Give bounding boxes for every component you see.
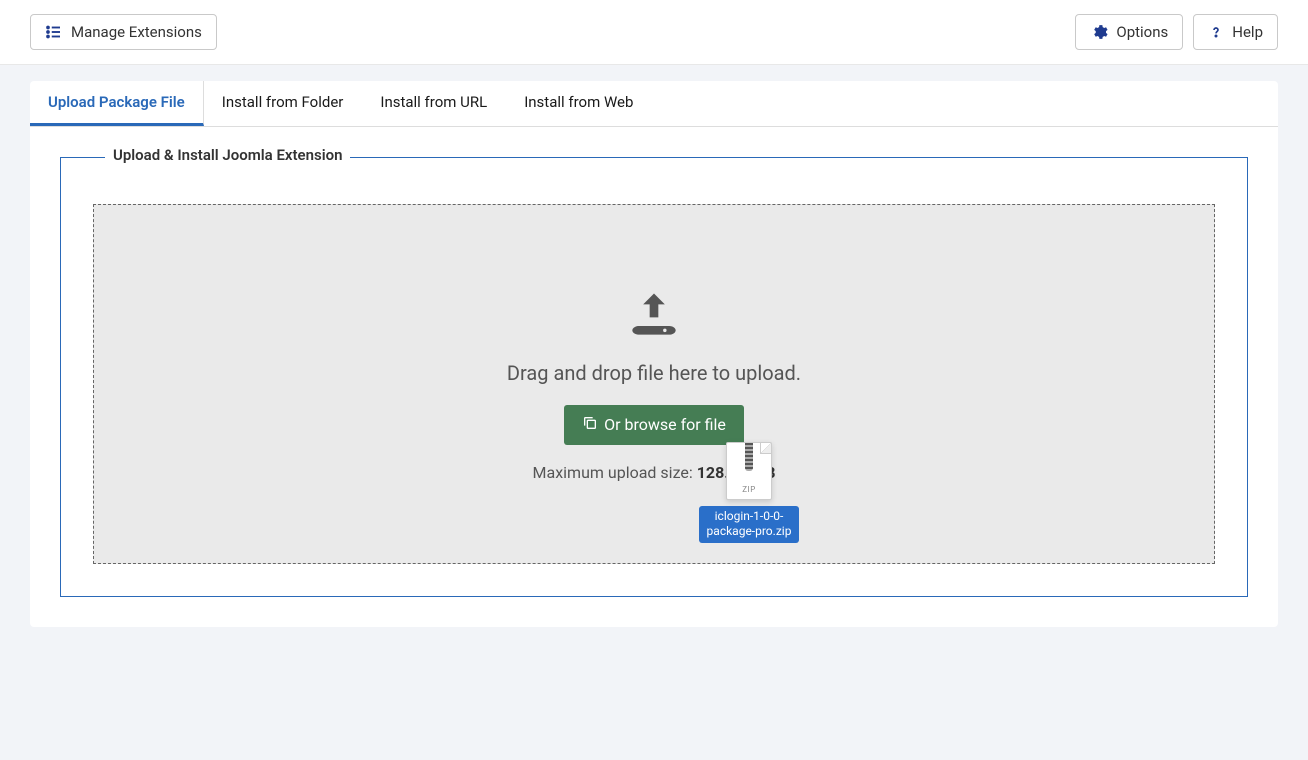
tab-label: Upload Package File [48,93,185,111]
dragged-file: ZIP iclogin-1-0-0-package-pro.zip [699,442,799,543]
browse-file-button[interactable]: Or browse for file [564,405,744,445]
tab-upload-package-file[interactable]: Upload Package File [30,81,204,126]
max-size-value: 128.00 MB [697,463,776,482]
max-size-label: Maximum upload size: [533,463,697,482]
content-area: Upload Package File Install from Folder … [0,65,1308,657]
tab-label: Install from Folder [222,93,344,111]
zip-type-label: ZIP [727,485,771,494]
help-button[interactable]: Help [1193,14,1278,50]
tabs: Upload Package File Install from Folder … [30,81,1278,127]
upload-icon [628,287,680,343]
options-button[interactable]: Options [1075,14,1183,50]
tabs-container: Upload Package File Install from Folder … [30,81,1278,627]
tab-label: Install from Web [524,93,633,111]
gear-icon [1090,23,1108,41]
list-icon [45,23,63,41]
question-icon [1208,24,1224,40]
options-label: Options [1116,23,1168,41]
tab-label: Install from URL [380,93,487,111]
manage-extensions-label: Manage Extensions [71,23,202,41]
dropzone-text: Drag and drop file here to upload. [507,361,801,385]
dragged-file-name: iclogin-1-0-0-package-pro.zip [699,506,799,543]
dropzone[interactable]: Drag and drop file here to upload. Or br… [93,204,1215,564]
help-label: Help [1232,23,1263,41]
tab-install-from-folder[interactable]: Install from Folder [204,81,363,126]
max-upload-size: Maximum upload size: 128.00 MB [533,463,776,482]
toolbar: Manage Extensions Options Help [0,0,1308,65]
upload-fieldset: Upload & Install Joomla Extension Drag a… [60,157,1248,597]
fieldset-legend: Upload & Install Joomla Extension [105,146,350,164]
browse-label: Or browse for file [604,415,726,434]
copy-icon [582,415,598,435]
tab-install-from-web[interactable]: Install from Web [506,81,652,126]
manage-extensions-button[interactable]: Manage Extensions [30,14,217,50]
tab-content: Upload & Install Joomla Extension Drag a… [30,127,1278,627]
toolbar-right: Options Help [1075,14,1278,50]
toolbar-left: Manage Extensions [30,14,217,50]
tab-install-from-url[interactable]: Install from URL [362,81,506,126]
